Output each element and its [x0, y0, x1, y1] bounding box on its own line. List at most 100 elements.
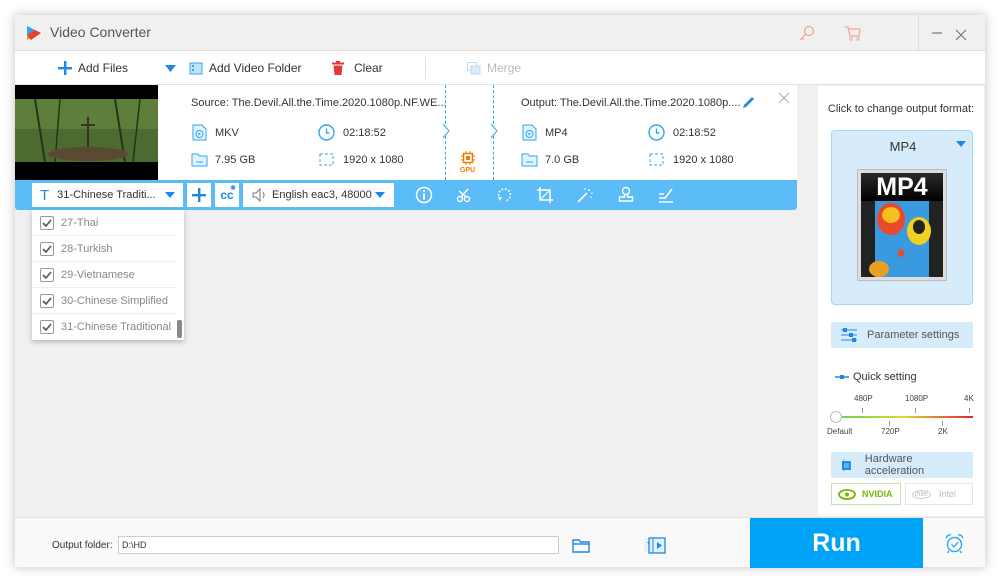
crop-icon[interactable] — [536, 186, 554, 204]
subtitle-option[interactable]: 31-Chinese Traditional — [32, 314, 176, 340]
minimize-icon[interactable] — [927, 23, 947, 43]
video-thumbnail[interactable] — [15, 85, 158, 180]
chevron-down-icon — [956, 141, 966, 147]
slider-tick — [942, 421, 943, 426]
close-icon[interactable] — [951, 25, 971, 45]
checkbox-checked-icon[interactable] — [40, 241, 54, 256]
open-folder-icon[interactable] — [572, 538, 591, 553]
info-icon[interactable] — [415, 186, 433, 204]
format-name: MP4 — [889, 139, 917, 154]
subtitle-option[interactable]: 27-Thai — [32, 210, 176, 236]
checkbox-checked-icon[interactable] — [40, 215, 54, 230]
format-file-icon — [522, 124, 537, 141]
app-logo-icon — [27, 26, 41, 40]
plus-icon — [192, 188, 206, 202]
titlebar-separator — [918, 15, 919, 51]
source-resolution: 1920 x 1080 — [343, 154, 404, 166]
quick-setting-slider-icon — [835, 375, 849, 379]
watermark-stamp-icon[interactable] — [617, 186, 635, 204]
gear-icon: ✱ — [230, 185, 236, 192]
plus-icon — [58, 61, 72, 75]
chevron-down-icon — [165, 64, 176, 72]
scissors-icon[interactable] — [455, 186, 473, 204]
file-item-card: Source: The.Devil.All.the.Time.2020.1080… — [15, 85, 797, 210]
add-video-folder-button[interactable]: Add Video Folder — [189, 51, 302, 85]
quick-setting-label: Quick setting — [853, 371, 917, 383]
checkbox-checked-icon[interactable] — [40, 293, 54, 308]
clock-icon — [318, 124, 335, 141]
clear-button[interactable]: Clear — [332, 51, 383, 85]
subtitle-option-label: 27-Thai — [61, 216, 99, 229]
intel-logo-icon: intel — [912, 489, 931, 499]
speaker-icon — [252, 188, 265, 202]
app-title: Video Converter — [50, 24, 151, 40]
hardware-acceleration-button[interactable]: Hardware acceleration — [831, 452, 973, 478]
add-subtitle-button[interactable] — [187, 183, 211, 207]
run-button[interactable]: Run — [750, 518, 923, 568]
dropdown-scrollbar[interactable] — [177, 320, 182, 338]
slider-tick — [862, 408, 863, 413]
toolbar: Add Files Add Video Folder Clear Merge — [15, 51, 985, 85]
source-filename: Source: The.Devil.All.the.Time.2020.1080… — [191, 97, 447, 109]
subtitle-option-label: 28-Turkish — [61, 242, 113, 255]
subtitle-option[interactable]: 30-Chinese Simplified — [32, 288, 176, 314]
source-size: 7.95 GB — [215, 154, 256, 166]
subtitle-selected: 31-Chinese Traditi... — [57, 189, 156, 201]
remove-file-icon[interactable] — [778, 92, 790, 104]
output-format-selector[interactable]: MP4 MP4 — [831, 130, 973, 305]
subtitle-dropdown-list: 27-Thai 28-Turkish 29-Vietnamese 30-Chin… — [32, 210, 184, 340]
alarm-clock-icon[interactable] — [944, 533, 965, 554]
nvidia-toggle[interactable]: NVIDIA — [831, 483, 901, 505]
gpu-chip-icon[interactable] — [461, 151, 475, 165]
output-size: 7.0 GB — [545, 154, 580, 166]
subtitle-settings-button[interactable]: cc ✱ — [215, 183, 239, 207]
key-icon[interactable] — [797, 23, 817, 43]
intel-label: Intel — [938, 489, 956, 499]
output-folder-value: D:\HD — [122, 540, 147, 550]
bottom-bar: Output folder: D:\HD Run — [15, 517, 985, 568]
quality-slider-track[interactable] — [835, 416, 973, 418]
checkbox-checked-icon[interactable] — [40, 320, 54, 334]
quality-slider-thumb[interactable] — [830, 411, 842, 423]
chip-icon — [841, 458, 851, 472]
trash-icon — [332, 61, 344, 75]
subtitle-option-label: 31-Chinese Traditional — [61, 321, 172, 333]
parameter-settings-label: Parameter settings — [867, 329, 960, 341]
merge-button[interactable]: Merge — [467, 51, 521, 85]
tick-label-4k: 4K — [964, 394, 974, 403]
output-duration: 02:18:52 — [673, 127, 716, 139]
output-folder-label: Output folder: — [52, 540, 113, 551]
hardware-acceleration-label: Hardware acceleration — [864, 453, 925, 477]
add-files-button[interactable]: Add Files — [58, 51, 128, 85]
source-format: MKV — [215, 127, 239, 139]
subtitle-select[interactable]: T 31-Chinese Traditi... — [32, 183, 183, 207]
output-format: MP4 — [545, 127, 568, 139]
video-folder-icon[interactable] — [648, 537, 666, 554]
intel-toggle[interactable]: intel Intel — [905, 483, 973, 505]
add-files-dropdown-button[interactable] — [165, 51, 182, 85]
rotate-icon[interactable] — [496, 186, 514, 204]
mp4-format-icon: MP4 — [857, 169, 947, 281]
audio-selected: English eac3, 48000 — [272, 189, 372, 201]
edit-pencil-icon[interactable] — [742, 95, 756, 109]
tick-label-480p: 480P — [854, 394, 873, 403]
subtitle-edit-icon[interactable] — [657, 186, 675, 204]
folder-size-icon — [521, 153, 538, 167]
effects-wand-icon[interactable] — [576, 186, 594, 204]
subtitle-option[interactable]: 29-Vietnamese — [32, 262, 176, 288]
slider-tick — [889, 421, 890, 426]
parameter-settings-button[interactable]: Parameter settings — [831, 322, 973, 348]
merge-label: Merge — [487, 61, 522, 75]
output-folder-input[interactable]: D:\HD — [118, 536, 659, 554]
checkbox-checked-icon[interactable] — [40, 267, 54, 282]
cart-icon[interactable] — [843, 23, 863, 43]
audio-track-select[interactable]: English eac3, 48000 — [243, 183, 394, 207]
gpu-label: GPU — [460, 167, 476, 174]
video-folder-icon — [189, 62, 203, 75]
clear-label: Clear — [354, 61, 383, 75]
subtitle-option[interactable]: 28-Turkish — [32, 236, 176, 262]
chevron-down-icon — [165, 192, 175, 198]
format-file-icon — [192, 124, 207, 141]
resolution-icon — [649, 153, 664, 166]
source-duration: 02:18:52 — [343, 127, 386, 139]
